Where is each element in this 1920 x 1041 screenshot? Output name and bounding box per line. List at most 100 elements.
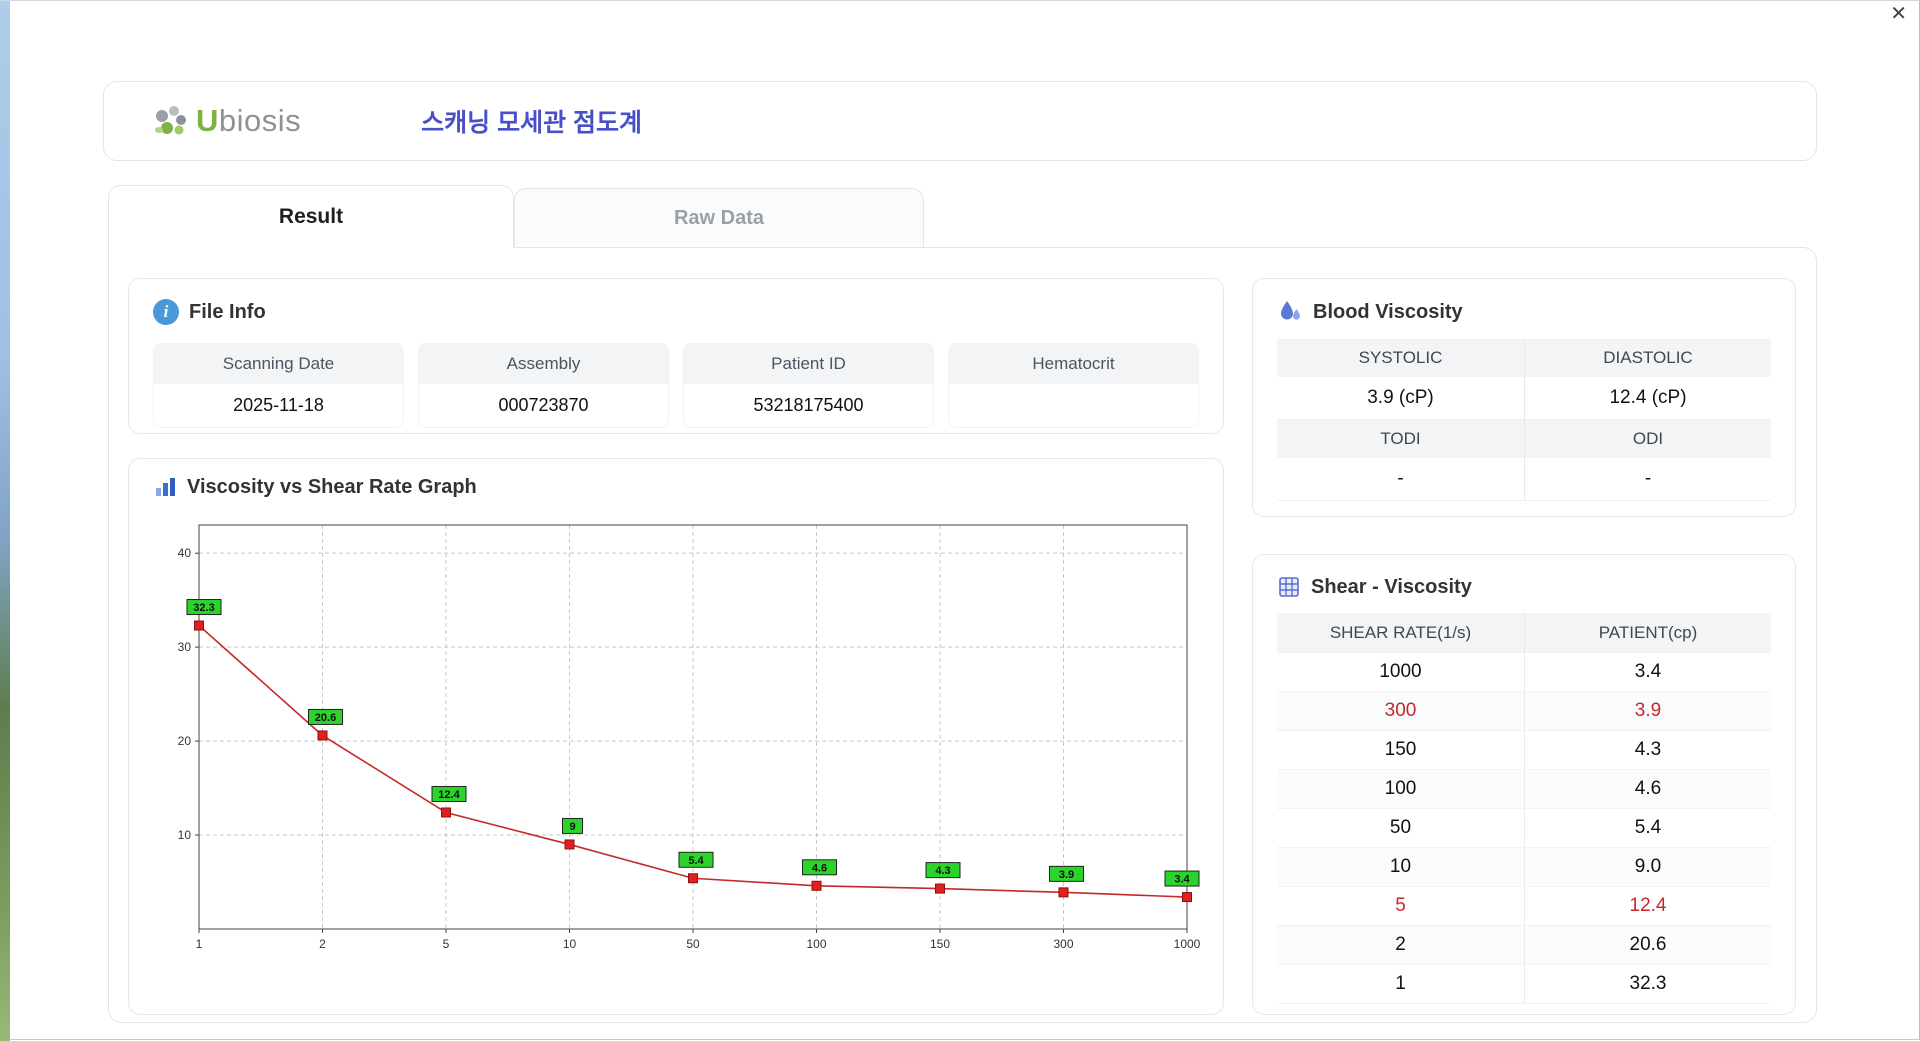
x-tick-label: 300 [1053,937,1073,951]
shear-viscosity-panel: Shear - Viscosity SHEAR RATE(1/s) PATIEN… [1252,554,1796,1015]
x-tick-label: 5 [443,937,450,951]
data-point-label: 12.4 [438,789,460,801]
data-point-label: 3.4 [1174,874,1190,886]
blood-metric-label: TODI [1277,420,1524,458]
tab-result-label: Result [279,205,343,229]
app-header: Ubiosis 스캐닝 모세관 점도계 [103,81,1817,161]
file-info-title-row: File Info [153,299,1199,325]
blood-metric-value: 12.4 (cP) [1524,377,1771,420]
data-point-marker [195,621,204,630]
table-row: 1004.6 [1277,770,1771,809]
water-drop-icon [1277,299,1303,325]
shear-table-body: 10003.43003.91504.31004.6505.4109.0512.4… [1277,653,1771,1004]
x-tick-label: 10 [563,937,577,951]
patient-viscosity-cell: 4.3 [1524,731,1771,769]
viscosity-graph-panel: Viscosity vs Shear Rate Graph 1020304012… [128,458,1224,1015]
file-info-field-label: Hematocrit [949,344,1198,384]
table-row: 10003.4 [1277,653,1771,692]
x-tick-label: 2 [319,937,326,951]
file-info-field: Patient ID53218175400 [683,343,934,428]
data-point-marker [689,874,698,883]
file-info-field-value: 53218175400 [684,384,933,427]
blood-viscosity-grid: SYSTOLICDIASTOLIC3.9 (cP)12.4 (cP)TODIOD… [1277,339,1771,501]
file-info-field: Hematocrit [948,343,1199,428]
table-row: 512.4 [1277,887,1771,926]
shear-rate-column-header: SHEAR RATE(1/s) [1277,613,1524,653]
info-icon [153,299,179,325]
table-row: 109.0 [1277,848,1771,887]
patient-viscosity-cell: 3.4 [1524,653,1771,691]
y-tick-label: 40 [178,546,192,560]
x-tick-label: 1000 [1174,937,1201,951]
app-window: ✕ Ubiosis 스캐닝 모세관 점도계 Result Raw Data [0,0,1920,1040]
patient-viscosity-cell: 3.9 [1524,692,1771,730]
shear-table-header: SHEAR RATE(1/s) PATIENT(cp) [1277,613,1771,653]
file-info-field: Scanning Date2025-11-18 [153,343,404,428]
data-point-label: 4.3 [935,865,950,877]
data-point-marker [442,808,451,817]
data-point-label: 4.6 [812,862,827,874]
data-point-marker [936,884,945,893]
patient-viscosity-cell: 12.4 [1524,887,1771,925]
window-close-button[interactable]: ✕ [1890,3,1907,25]
table-row: 1504.3 [1277,731,1771,770]
file-info-field-value: 000723870 [419,384,668,427]
data-point-label: 32.3 [193,602,214,614]
data-point-marker [812,881,821,890]
ubiosis-logo-icon [150,100,192,142]
bar-chart-icon [153,475,177,499]
data-point-marker [565,840,574,849]
desktop-wallpaper-strip [0,1,10,1041]
result-content-card: File Info Scanning Date2025-11-18Assembl… [108,247,1817,1023]
ubiosis-logo: Ubiosis [150,100,301,142]
app-title: 스캐닝 모세관 점도계 [421,103,642,139]
file-info-panel: File Info Scanning Date2025-11-18Assembl… [128,278,1224,434]
blood-metric-value: - [1277,458,1524,501]
shear-rate-cell: 10 [1277,848,1524,886]
blood-viscosity-panel: Blood Viscosity SYSTOLICDIASTOLIC3.9 (cP… [1252,278,1796,517]
x-tick-label: 1 [196,937,203,951]
file-info-field-label: Patient ID [684,344,933,384]
tab-raw-data-label: Raw Data [674,207,764,230]
patient-viscosity-cell: 4.6 [1524,770,1771,808]
graph-title-row: Viscosity vs Shear Rate Graph [153,475,1199,499]
y-tick-label: 20 [178,734,192,748]
viscosity-chart: 102030401251050100150300100032.320.612.4… [153,509,1201,987]
table-row: 220.6 [1277,926,1771,965]
file-info-field-label: Assembly [419,344,668,384]
file-info-fields: Scanning Date2025-11-18Assembly000723870… [153,343,1199,428]
graph-title: Viscosity vs Shear Rate Graph [187,476,477,499]
patient-viscosity-cell: 5.4 [1524,809,1771,847]
tab-raw-data[interactable]: Raw Data [514,188,924,248]
data-point-marker [318,731,327,740]
table-row: 505.4 [1277,809,1771,848]
blood-metric-value: - [1524,458,1771,501]
file-info-field-label: Scanning Date [154,344,403,384]
shear-rate-cell: 150 [1277,731,1524,769]
file-info-field: Assembly000723870 [418,343,669,428]
logo-text: Ubiosis [196,103,301,139]
blood-viscosity-title: Blood Viscosity [1313,301,1463,324]
shear-rate-cell: 1000 [1277,653,1524,691]
logo-rest: biosis [219,103,301,138]
y-tick-label: 30 [178,640,192,654]
patient-viscosity-cell: 20.6 [1524,926,1771,964]
patient-column-header: PATIENT(cp) [1524,613,1771,653]
patient-viscosity-cell: 32.3 [1524,965,1771,1003]
shear-viscosity-title: Shear - Viscosity [1311,576,1472,599]
shear-rate-cell: 300 [1277,692,1524,730]
grid-table-icon [1277,575,1301,599]
data-point-marker [1183,893,1192,902]
table-row: 132.3 [1277,965,1771,1004]
blood-metric-value: 3.9 (cP) [1277,377,1524,420]
data-point-label: 9 [569,821,575,833]
logo-letter-u: U [196,103,219,138]
file-info-field-value: 2025-11-18 [154,384,403,427]
shear-rate-cell: 5 [1277,887,1524,925]
shear-rate-cell: 1 [1277,965,1524,1003]
data-point-marker [1059,888,1068,897]
shear-viscosity-title-row: Shear - Viscosity [1277,575,1771,599]
tab-result[interactable]: Result [108,185,514,248]
data-point-label: 3.9 [1059,869,1074,881]
x-tick-label: 50 [686,937,700,951]
